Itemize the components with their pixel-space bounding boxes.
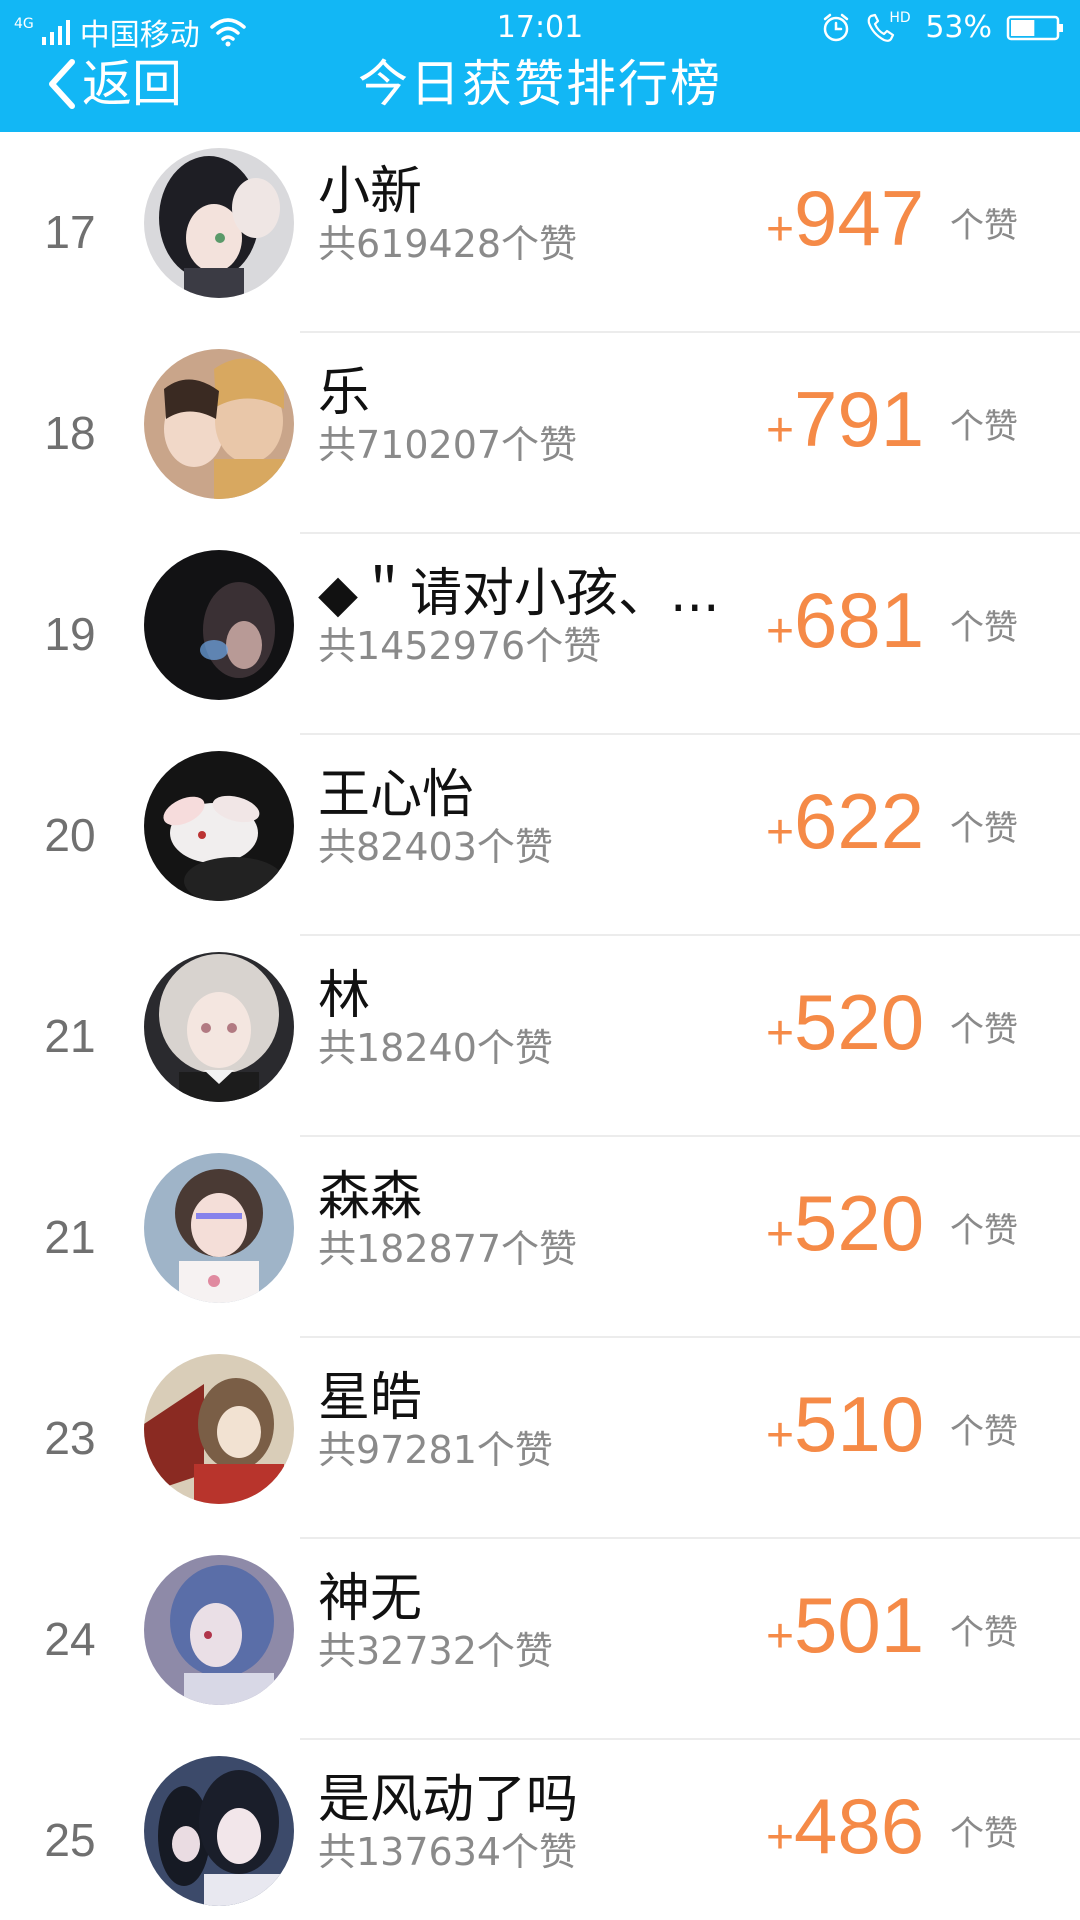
anime-fan-girl-avatar[interactable]	[144, 1354, 294, 1504]
today-likes: +520	[766, 972, 924, 1072]
rank-number: 17	[44, 206, 96, 258]
total-likes: 共710207个赞	[318, 423, 578, 467]
likes-count: 520	[794, 978, 925, 1066]
page-title: 今日获赞排行榜	[358, 55, 722, 113]
anime-silver-hair-avatar[interactable]	[144, 952, 294, 1102]
list-item[interactable]: 24 神无 共32732个赞 +501 个赞	[0, 1539, 1080, 1740]
total-likes: 共82403个赞	[318, 825, 553, 869]
rabbit-avatar[interactable]	[144, 751, 294, 901]
plus-sign: +	[766, 605, 795, 658]
plus-sign: +	[766, 404, 795, 457]
today-likes: +520	[766, 1173, 924, 1273]
plus-sign: +	[766, 806, 795, 859]
rank-number: 21	[44, 1211, 96, 1263]
list-item[interactable]: 19 ◆＂请对小孩、... 共1452976个赞 +681 个赞	[0, 534, 1080, 735]
list-item[interactable]: 21 森森 共182877个赞 +520 个赞	[0, 1137, 1080, 1338]
user-name: 王心怡	[318, 765, 475, 825]
likes-count: 501	[794, 1581, 925, 1669]
plus-sign: +	[766, 1208, 795, 1261]
total-likes: 共619428个赞	[318, 222, 578, 266]
today-likes: +510	[766, 1374, 924, 1474]
rank-number: 18	[44, 407, 96, 459]
rank-number: 20	[44, 809, 96, 861]
user-name: 是风动了吗	[318, 1770, 579, 1830]
today-likes: +486	[766, 1776, 924, 1876]
plus-sign: +	[766, 1811, 795, 1864]
rank-number: 25	[44, 1814, 96, 1866]
user-name: 森森	[318, 1167, 423, 1227]
plus-sign: +	[766, 203, 795, 256]
likes-unit: 个赞	[950, 1412, 1018, 1452]
likes-unit: 个赞	[950, 1613, 1018, 1653]
couple-photo-avatar[interactable]	[144, 349, 294, 499]
ranking-list: 17 小新 共619428个赞 +947 个赞 18 乐 共710207个赞 +…	[0, 132, 1080, 1920]
list-item[interactable]: 17 小新 共619428个赞 +947 个赞	[0, 132, 1080, 333]
likes-unit: 个赞	[950, 206, 1018, 246]
likes-count: 510	[794, 1380, 925, 1468]
hd-label: HD	[889, 9, 911, 26]
anime-blue-hair-avatar[interactable]	[144, 1555, 294, 1705]
app-root: 4G 中国移动 17:01 HD 53% 返回 今日获赞排行榜 17 小新 共6…	[0, 0, 1080, 1920]
likes-unit: 个赞	[950, 407, 1018, 447]
likes-count: 486	[794, 1782, 925, 1870]
user-name: 星皓	[318, 1368, 423, 1428]
user-name: 乐	[318, 363, 371, 423]
total-likes: 共18240个赞	[318, 1026, 553, 1070]
list-item[interactable]: 18 乐 共710207个赞 +791 个赞	[0, 333, 1080, 534]
girl-selfie-avatar[interactable]	[144, 1153, 294, 1303]
likes-count: 520	[794, 1179, 925, 1267]
today-likes: +501	[766, 1575, 924, 1675]
likes-unit: 个赞	[950, 809, 1018, 849]
today-likes: +791	[766, 369, 924, 469]
likes-count: 622	[794, 777, 925, 865]
today-likes: +681	[766, 570, 924, 670]
dark-photo-avatar[interactable]	[144, 550, 294, 700]
user-name: ◆＂请对小孩、...	[318, 564, 720, 624]
likes-unit: 个赞	[950, 608, 1018, 648]
total-likes: 共137634个赞	[318, 1830, 578, 1874]
today-likes: +947	[766, 168, 924, 268]
user-name: 小新	[318, 162, 423, 222]
likes-unit: 个赞	[950, 1010, 1018, 1050]
rank-number: 23	[44, 1412, 96, 1464]
plus-sign: +	[766, 1409, 795, 1462]
total-likes: 共1452976个赞	[318, 624, 602, 668]
total-likes: 共97281个赞	[318, 1428, 553, 1472]
rank-number: 24	[44, 1613, 96, 1665]
likes-unit: 个赞	[950, 1211, 1018, 1251]
rank-number: 21	[44, 1010, 96, 1062]
plus-sign: +	[766, 1007, 795, 1060]
today-likes: +622	[766, 771, 924, 871]
likes-count: 681	[794, 576, 925, 664]
anime-girl-avatar[interactable]	[144, 148, 294, 298]
user-name: 林	[318, 966, 371, 1026]
list-item[interactable]: 25 是风动了吗 共137634个赞 +486 个赞	[0, 1740, 1080, 1920]
user-name: 神无	[318, 1569, 423, 1629]
likes-unit: 个赞	[950, 1814, 1018, 1854]
anime-dark-hair-avatar[interactable]	[144, 1756, 294, 1906]
list-item[interactable]: 21 林 共18240个赞 +520 个赞	[0, 936, 1080, 1137]
list-item[interactable]: 20 王心怡 共82403个赞 +622 个赞	[0, 735, 1080, 936]
likes-count: 947	[794, 174, 925, 262]
total-likes: 共32732个赞	[318, 1629, 553, 1673]
likes-count: 791	[794, 375, 925, 463]
total-likes: 共182877个赞	[318, 1227, 578, 1271]
navigation-bar: 返回 今日获赞排行榜	[0, 36, 1080, 132]
header: 4G 中国移动 17:01 HD 53% 返回 今日获赞排行榜	[0, 0, 1080, 132]
plus-sign: +	[766, 1610, 795, 1663]
list-item[interactable]: 23 星皓 共97281个赞 +510 个赞	[0, 1338, 1080, 1539]
rank-number: 19	[44, 608, 96, 660]
